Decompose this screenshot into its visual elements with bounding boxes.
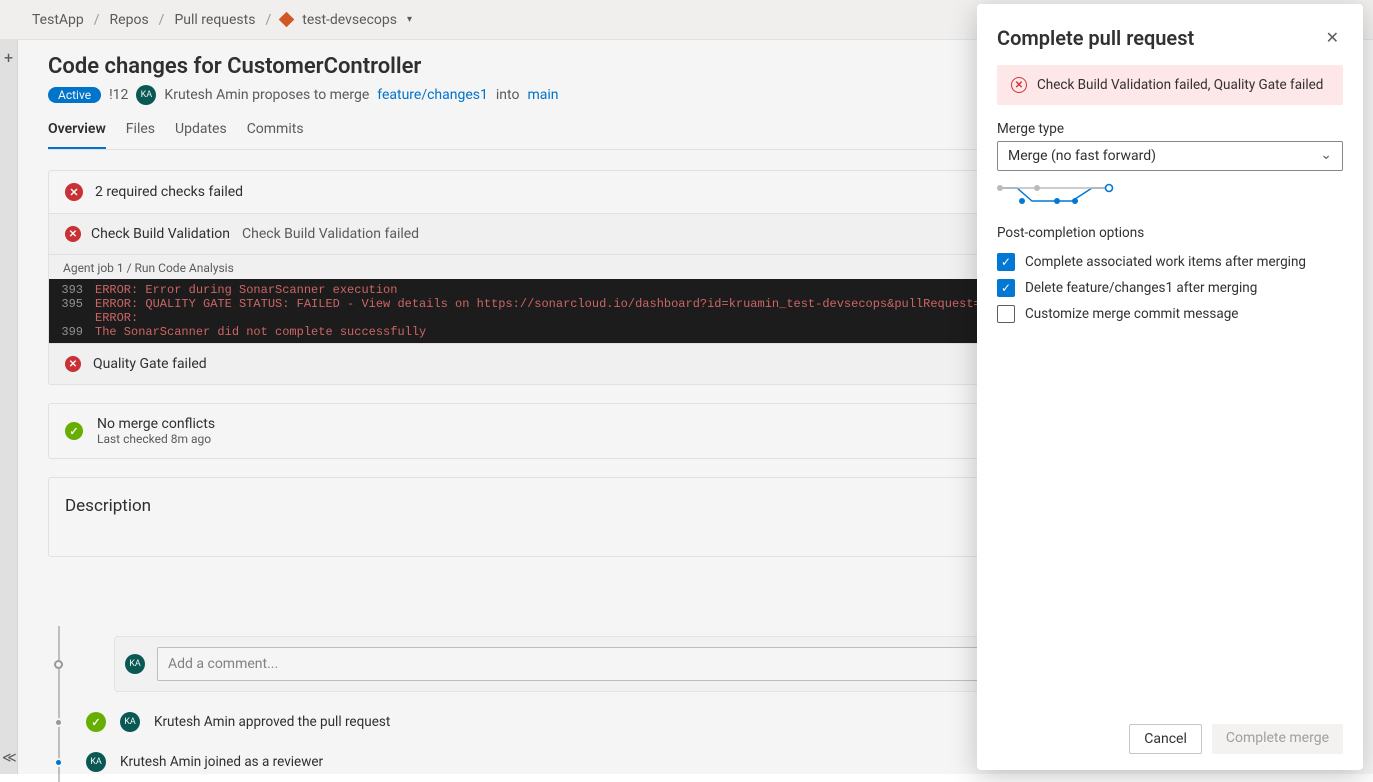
error-icon: ✕ xyxy=(65,183,83,201)
tab-updates[interactable]: Updates xyxy=(175,115,227,149)
post-completion-label: Post-completion options xyxy=(997,225,1343,241)
checks-summary: 2 required checks failed xyxy=(95,184,243,200)
approved-icon: ✓ xyxy=(86,712,106,732)
check-build-sub: Check Build Validation failed xyxy=(242,226,419,242)
crumb-subsection[interactable]: Pull requests xyxy=(170,12,259,28)
thread-dot xyxy=(54,758,63,767)
console-ln: 393 xyxy=(49,283,95,297)
console-text: The SonarScanner did not complete succes… xyxy=(95,325,426,339)
complete-pr-panel: Complete pull request ✕ ✕ Check Build Va… xyxy=(977,4,1363,770)
merge-type-select[interactable]: Merge (no fast forward) xyxy=(997,141,1343,171)
checkbox-icon: ✓ xyxy=(997,253,1015,271)
error-icon: ✕ xyxy=(65,356,81,372)
crumb-section[interactable]: Repos xyxy=(106,12,153,28)
crumb-app[interactable]: TestApp xyxy=(28,12,88,28)
quality-gate-title[interactable]: Quality Gate failed xyxy=(93,356,207,372)
status-badge: Active xyxy=(48,87,101,103)
panel-error-text: Check Build Validation failed, Quality G… xyxy=(1037,77,1323,93)
checkbox-customize-message[interactable]: Customize merge commit message xyxy=(997,301,1343,327)
author-avatar[interactable]: KA xyxy=(136,85,156,105)
crumb-sep: / xyxy=(153,12,171,28)
checkbox-label: Delete feature/changes1 after merging xyxy=(1025,280,1257,296)
expand-nav-icon[interactable]: ≪ xyxy=(2,750,17,766)
complete-merge-button[interactable]: Complete merge xyxy=(1212,724,1343,754)
panel-footer: Cancel Complete merge xyxy=(997,710,1343,770)
activity-text: Krutesh Amin joined as a reviewer xyxy=(120,754,323,770)
into-text: into xyxy=(496,87,520,103)
tab-overview[interactable]: Overview xyxy=(48,115,106,149)
checkbox-icon xyxy=(997,305,1015,323)
crumb-repo[interactable]: test-devsecops xyxy=(298,12,401,28)
crumb-sep: / xyxy=(259,12,277,28)
pr-id: !12 xyxy=(109,87,128,103)
target-branch-link[interactable]: main xyxy=(527,87,558,103)
error-ring-icon: ✕ xyxy=(1011,77,1027,93)
cancel-button[interactable]: Cancel xyxy=(1129,724,1202,754)
success-icon: ✓ xyxy=(65,422,83,440)
checkbox-icon: ✓ xyxy=(997,279,1015,297)
activity-avatar[interactable]: KA xyxy=(86,752,106,772)
console-text: ERROR: Error during SonarScanner executi… xyxy=(95,283,397,297)
console-text: ERROR: xyxy=(95,311,138,325)
checkbox-delete-branch[interactable]: ✓ Delete feature/changes1 after merging xyxy=(997,275,1343,301)
left-collapsed-nav: + ≪ xyxy=(0,40,18,774)
self-avatar[interactable]: KA xyxy=(125,654,145,674)
panel-error-banner: ✕ Check Build Validation failed, Quality… xyxy=(997,65,1343,105)
checkbox-label: Customize merge commit message xyxy=(1025,306,1238,322)
no-conflicts-title: No merge conflicts xyxy=(97,416,215,432)
crumb-sep: / xyxy=(88,12,106,28)
thread-dot xyxy=(54,660,63,669)
activity-text: Krutesh Amin approved the pull request xyxy=(154,714,390,730)
console-ln xyxy=(49,311,95,325)
no-conflicts-sub: Last checked 8m ago xyxy=(97,432,215,446)
source-branch-link[interactable]: feature/changes1 xyxy=(377,87,488,103)
tab-files[interactable]: Files xyxy=(126,115,155,149)
repo-icon xyxy=(279,12,295,28)
close-icon[interactable]: ✕ xyxy=(1322,24,1343,51)
error-icon: ✕ xyxy=(65,226,81,242)
merge-diagram xyxy=(997,183,1343,207)
merge-type-label: Merge type xyxy=(997,121,1343,137)
console-ln: 399 xyxy=(49,325,95,339)
add-icon[interactable]: + xyxy=(0,40,17,67)
console-ln: 395 xyxy=(49,297,95,311)
merge-type-value: Merge (no fast forward) xyxy=(1008,148,1156,164)
checkbox-complete-workitems[interactable]: ✓ Complete associated work items after m… xyxy=(997,249,1343,275)
chevron-down-icon[interactable]: ▾ xyxy=(407,14,412,25)
author-text: Krutesh Amin proposes to merge xyxy=(164,87,369,103)
panel-title: Complete pull request xyxy=(997,26,1194,50)
checkbox-label: Complete associated work items after mer… xyxy=(1025,254,1306,270)
thread-dot xyxy=(54,718,63,727)
tab-commits[interactable]: Commits xyxy=(247,115,304,149)
console-text: ERROR: QUALITY GATE STATUS: FAILED - Vie… xyxy=(95,297,995,311)
activity-avatar[interactable]: KA xyxy=(120,712,140,732)
check-build-title[interactable]: Check Build Validation xyxy=(91,226,230,242)
